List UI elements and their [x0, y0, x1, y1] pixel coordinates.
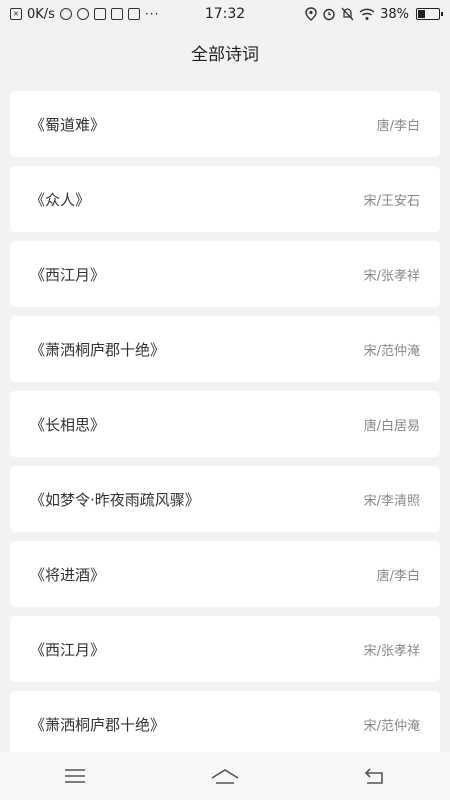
- poem-author: 唐/李白: [376, 568, 420, 584]
- poem-card[interactable]: 《如梦令·昨夜雨疏风骤》 宋/李清照: [10, 466, 440, 532]
- poem-author: 宋/张孝祥: [363, 643, 420, 659]
- poem-title: 《众人》: [30, 190, 91, 209]
- status-right: 38%: [305, 6, 443, 22]
- home-button[interactable]: [201, 756, 249, 796]
- poem-author: 宋/张孝祥: [363, 268, 420, 284]
- back-button[interactable]: [351, 756, 399, 796]
- net-speed: 0K/s: [27, 6, 55, 22]
- mute-icon: [341, 7, 354, 21]
- shield-icon: [93, 8, 106, 20]
- alarm-icon: [323, 8, 335, 21]
- location-icon: [305, 7, 317, 21]
- poem-title: 《蜀道难》: [30, 115, 106, 134]
- poem-title: 《如梦令·昨夜雨疏风骤》: [30, 490, 200, 509]
- battery-percent: 38%: [380, 6, 409, 22]
- poem-card[interactable]: 《萧洒桐庐郡十绝》 宋/范仲淹: [10, 316, 440, 382]
- poem-title: 《长相思》: [30, 415, 106, 434]
- poem-card[interactable]: 《萧洒桐庐郡十绝》 宋/范仲淹: [10, 691, 440, 757]
- poem-card[interactable]: 《蜀道难》 唐/李白: [10, 91, 440, 157]
- mail-icon: [110, 8, 123, 20]
- back-icon: [364, 768, 383, 784]
- poem-author: 唐/李白: [376, 118, 420, 134]
- poem-author: 宋/李清照: [363, 493, 420, 509]
- battery-icon: [416, 8, 443, 20]
- poem-card[interactable]: 《西江月》 宋/张孝祥: [10, 616, 440, 682]
- more-notifications: ···: [144, 7, 160, 21]
- status-bar: × 0K/s ··· 17:32 38%: [0, 0, 450, 28]
- page-title: 全部诗词: [191, 44, 259, 65]
- wifi-icon: [359, 8, 375, 20]
- poem-title: 《萧洒桐庐郡十绝》: [30, 715, 166, 734]
- navigation-bar: [0, 752, 450, 800]
- battery-fill: [418, 10, 425, 18]
- poem-card[interactable]: 《众人》 宋/王安石: [10, 166, 440, 232]
- planet-icon: [76, 8, 89, 20]
- poem-title: 《萧洒桐庐郡十绝》: [30, 340, 166, 359]
- poem-title: 《西江月》: [30, 640, 106, 659]
- page-header: 全部诗词: [0, 28, 450, 76]
- poem-card[interactable]: 《长相思》 唐/白居易: [10, 391, 440, 457]
- app-icon: [127, 8, 140, 20]
- poem-author: 宋/范仲淹: [363, 718, 420, 734]
- cloud-icon: [59, 8, 72, 20]
- poem-card[interactable]: 《将进酒》 唐/李白: [10, 541, 440, 607]
- poem-card[interactable]: 《西江月》 宋/张孝祥: [10, 241, 440, 307]
- poem-author: 唐/白居易: [363, 418, 420, 434]
- poem-author: 宋/王安石: [363, 193, 420, 209]
- poem-author: 宋/范仲淹: [363, 343, 420, 359]
- clock: 17:32: [204, 6, 246, 22]
- home-icon: [211, 769, 239, 784]
- menu-button[interactable]: [51, 756, 99, 796]
- status-left: × 0K/s ···: [10, 7, 159, 22]
- poem-list: 《蜀道难》 唐/李白 《众人》 宋/王安石 《西江月》 宋/张孝祥 《萧洒桐庐郡十绝》 宋/范…: [10, 91, 440, 766]
- poem-title: 《将进酒》: [30, 565, 106, 584]
- menu-icon: [65, 769, 85, 783]
- close-box-icon: ×: [10, 8, 22, 20]
- poem-title: 《西江月》: [30, 265, 106, 284]
